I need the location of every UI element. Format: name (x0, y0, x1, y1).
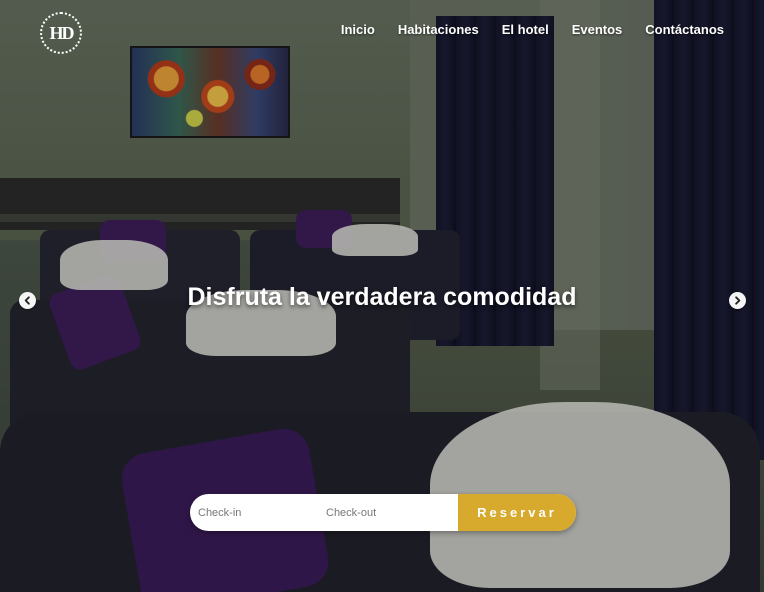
checkout-input[interactable] (318, 494, 458, 531)
hero-headline: Disfruta la verdadera comodidad (187, 283, 577, 311)
nav-item-el-hotel[interactable]: El hotel (502, 22, 549, 37)
hero-section: HD Inicio Habitaciones El hotel Eventos … (0, 0, 764, 592)
booking-form: Reservar (190, 494, 576, 531)
nav-item-contactanos[interactable]: Contáctanos (645, 22, 724, 37)
checkin-input[interactable] (190, 494, 318, 531)
nav-item-eventos[interactable]: Eventos (572, 22, 623, 37)
nav-menu: Inicio Habitaciones El hotel Eventos Con… (341, 22, 724, 37)
nav-item-inicio[interactable]: Inicio (341, 22, 375, 37)
top-navbar: HD Inicio Habitaciones El hotel Eventos … (0, 0, 764, 64)
hotel-logo[interactable]: HD (40, 12, 82, 54)
reserve-button[interactable]: Reservar (458, 494, 576, 531)
logo-text: HD (49, 22, 75, 43)
nav-item-habitaciones[interactable]: Habitaciones (398, 22, 479, 37)
